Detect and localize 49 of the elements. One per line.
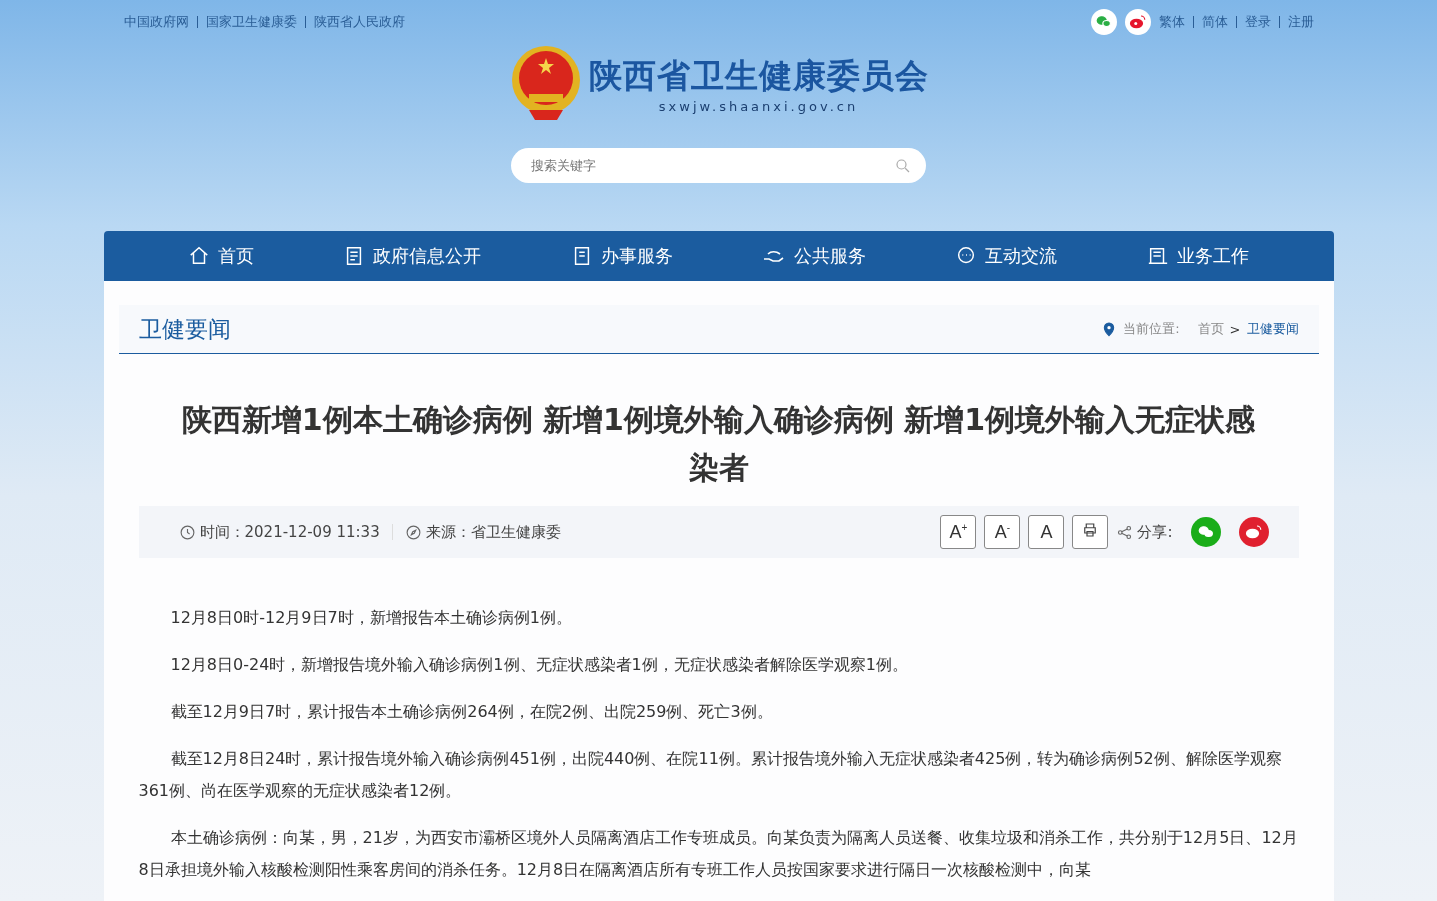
nav-item[interactable]: 政府信息公开 [343, 244, 482, 268]
article-title: 陕西新增1例本土确诊病例 新增1例境外输入确诊病例 新增1例境外输入无症状感染者 [180, 401, 1257, 487]
home-icon [188, 245, 211, 267]
search-field[interactable]: 搜索关键字 [529, 157, 894, 174]
breadcrumb-separator: > [1229, 321, 1241, 337]
top-link[interactable]: 简体 [1201, 13, 1228, 31]
nav-item[interactable]: 首页 [188, 244, 255, 268]
search-bar[interactable]: 搜索关键字 [511, 148, 926, 183]
compass-icon [404, 523, 422, 541]
nav-label: 首页 [218, 244, 255, 268]
share-button[interactable] [1238, 517, 1269, 547]
breadcrumb-link[interactable]: 首页 [1197, 320, 1224, 338]
location-label: 当前位置: [1123, 320, 1180, 338]
top-link[interactable]: 国家卫生健康委 [205, 13, 297, 31]
search-icon [894, 156, 912, 175]
top-link[interactable]: 注册 [1287, 13, 1314, 31]
share-icon [1116, 523, 1134, 541]
nav-item[interactable]: 业务工作 [1146, 244, 1249, 268]
top-link[interactable]: 陕西省人民政府 [313, 13, 405, 31]
book-icon [1146, 245, 1169, 267]
font-size-button[interactable]: A$^{-}$ [984, 515, 1021, 549]
nav-label: 公共服务 [794, 244, 867, 268]
clock-icon [178, 523, 196, 541]
nav-item[interactable]: 互动交流 [955, 244, 1058, 268]
font-size-button[interactable]: A [1028, 515, 1065, 549]
top-link[interactable]: 中国政府网 [123, 13, 189, 31]
breadcrumb-link[interactable]: 卫健要闻 [1246, 320, 1299, 338]
article-paragraph: 12月8日0-24时，新增报告境外输入确诊病例1例、无症状感染者1例，无症状感染者解除医学观察1例。 [169, 654, 909, 676]
site-title: 陕西省卫生健康委员会 [588, 55, 929, 97]
time-text: 时间：2021-12-09 11:33 [199, 522, 380, 542]
source-text: 来源：省卫生健康委 [425, 522, 561, 542]
site-domain: sxwjw.shaanxi.gov.cn [657, 99, 860, 114]
top-link[interactable]: 登录 [1244, 13, 1271, 31]
nav-item[interactable]: 办事服务 [570, 244, 673, 268]
article-paragraph: 本土确诊病例：向某，男，21岁，为西安市灞桥区境外人员隔离酒店工作专班成员。向某负责为隔离人员送餐、收集垃圾和消杀工作，共分别于12月5日、12月8日承担境外输入核酸检测阳性乘客房间的消杀任务。12月8日在隔离酒店所有专班工作人员按国家要求进行隔日一次核酸检测中，向某 [138, 827, 1299, 881]
eye-logo-icon [1244, 523, 1263, 541]
font-size-button[interactable]: A$^{+}$ [940, 515, 977, 549]
nav-label: 业务工作 [1176, 244, 1249, 268]
print-button[interactable] [1072, 515, 1109, 549]
share-label: 分享: [1137, 522, 1173, 542]
share-button[interactable] [1190, 517, 1221, 547]
nav-label: 政府信息公开 [373, 244, 482, 268]
article-paragraph: 截至12月9日7时，累计报告本土确诊病例264例，在院2例、出院259例、死亡3例。 [169, 701, 774, 723]
section-title: 卫健要闻 [138, 314, 231, 344]
nav-label: 互动交流 [985, 244, 1058, 268]
nav-label: 办事服务 [600, 244, 673, 268]
article-paragraph: 12月8日0时-12月9日7时，新增报告本土确诊病例1例。 [169, 607, 573, 629]
article-paragraph: 截至12月8日24时，累计报告境外输入确诊病例451例，出院440例、在院11例。累计报告境外输入无症状感染者425例，转为确诊病例52例、解除医学观察361例、尚在医学观察的无症状感染者12例。 [138, 748, 1283, 802]
nav-item[interactable]: 公共服务 [762, 244, 867, 268]
